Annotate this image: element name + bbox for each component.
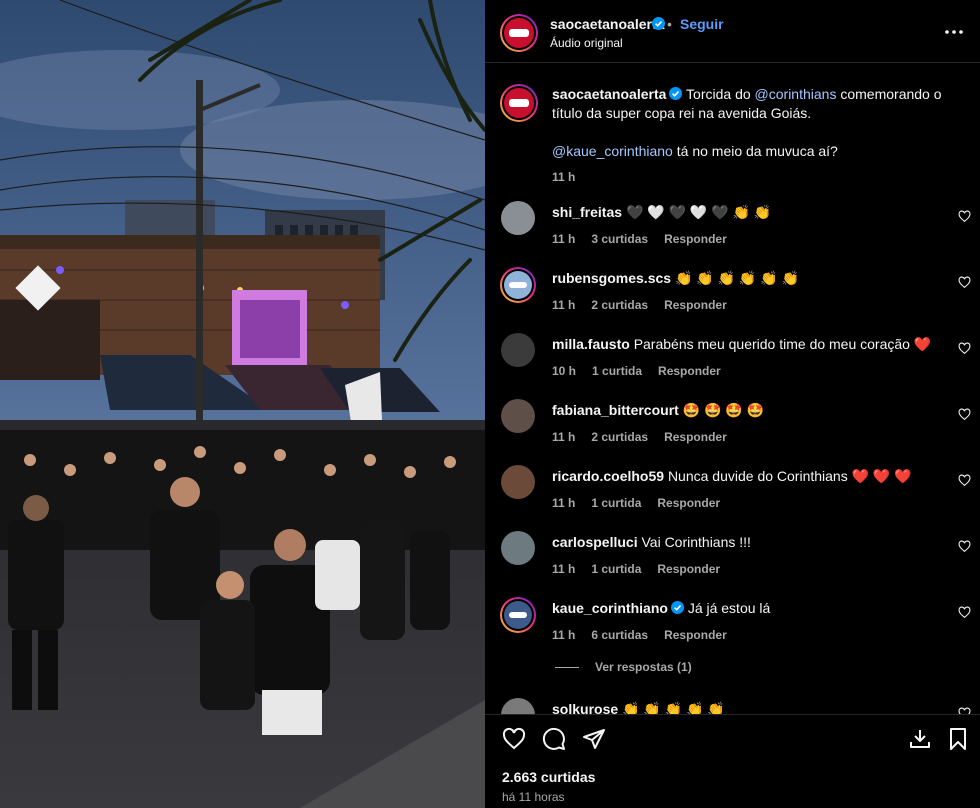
caption-text: Torcida do [686,86,755,102]
comment-time[interactable]: 10 h [552,364,576,378]
comment-time[interactable]: 11 h [552,628,575,642]
heart-icon[interactable] [958,342,971,355]
heart-icon[interactable] [958,540,971,553]
commenter-username[interactable]: rubensgomes.scs [552,270,671,286]
comment-likes[interactable]: 2 curtidas [591,430,648,444]
view-replies-label: Ver respostas (1) [595,660,692,674]
separator-dot: • [667,16,672,32]
heart-icon[interactable] [958,276,971,289]
commenter-avatar[interactable] [500,597,536,633]
comment-time[interactable]: 11 h [552,430,575,444]
post-media[interactable] [0,0,485,808]
comment-icon[interactable] [542,727,566,751]
comment-text: 👏 👏 👏 👏 👏 [622,701,725,714]
comment-text: Vai Corinthians !!! [641,534,751,550]
bookmark-icon[interactable] [946,727,970,751]
commenter-username[interactable]: shi_freitas [552,204,622,220]
commenter-avatar[interactable] [501,465,535,499]
view-replies-button[interactable]: Ver respostas (1) [555,660,692,674]
author-username[interactable]: saocaetanoalerta [550,16,664,32]
heart-icon[interactable] [958,408,971,421]
verified-icon [652,17,665,30]
verified-icon [669,87,683,100]
commenter-avatar[interactable] [501,399,535,433]
audio-label[interactable]: Áudio original [550,36,623,50]
comment-time[interactable]: 11 h [552,496,575,510]
comment-likes[interactable]: 1 curtida [591,562,641,576]
commenter-username[interactable]: milla.fausto [552,336,630,352]
commenter-avatar[interactable] [500,267,536,303]
share-icon[interactable] [582,727,606,751]
comment-likes[interactable]: 1 curtida [592,364,642,378]
comment-time[interactable]: 11 h [552,298,575,312]
comment-likes[interactable]: 1 curtida [591,496,641,510]
commenter-avatar[interactable] [501,333,535,367]
reply-button[interactable]: Responder [664,298,727,312]
reply-button[interactable]: Responder [657,496,720,510]
commenter-username[interactable]: solkurose [552,701,618,714]
comment-text: Nunca duvide do Corinthians ❤️ ❤️ ❤️ [667,468,912,484]
comment-likes[interactable]: 6 curtidas [591,628,648,642]
commenter-avatar[interactable] [501,201,535,235]
comment-likes[interactable]: 3 curtidas [591,232,648,246]
likes-count[interactable]: 2.663 curtidas [502,769,595,785]
download-icon[interactable] [908,727,932,751]
commenter-username[interactable]: ricardo.coelho59 [552,468,664,484]
commenter-username[interactable]: fabiana_bittercourt [552,402,679,418]
heart-icon[interactable] [958,606,971,619]
heart-icon[interactable] [502,727,526,751]
reply-button[interactable]: Responder [664,430,727,444]
caption-avatar[interactable] [500,84,538,122]
comment-text: Já já estou lá [687,600,771,616]
comment-text: 🤩 🤩 🤩 🤩 [682,402,765,418]
author-avatar[interactable] [500,14,538,52]
crowd-photo [0,0,485,808]
caption-text-2: tá no meio da muvuca aí? [672,143,838,159]
heart-icon[interactable] [958,210,971,223]
post-actions-footer: 2.663 curtidas há 11 horas [485,714,980,808]
post-time[interactable]: há 11 horas [502,790,565,804]
comments-list[interactable]: saocaetanoalerta Torcida do @corinthians… [485,64,980,714]
reply-button[interactable]: Responder [664,232,727,246]
comment-text: Parabéns meu querido time do meu coração… [633,336,932,352]
commenter-avatar[interactable] [501,531,535,565]
mention-link[interactable]: @corinthians [755,86,837,102]
commenter-username[interactable]: carlospelluci [552,534,638,550]
commenter-avatar[interactable] [501,698,535,714]
more-icon[interactable] [944,22,964,42]
heart-icon[interactable] [958,474,971,487]
post-header: saocaetanoalerta • Seguir Áudio original [485,0,980,63]
mention-link-2[interactable]: @kaue_corinthiano [552,143,673,159]
caption-username[interactable]: saocaetanoalerta [552,86,666,102]
verified-icon [670,601,684,614]
comment-time[interactable]: 11 h [552,232,575,246]
comment-time[interactable]: 11 h [552,562,575,576]
commenter-username[interactable]: kaue_corinthiano [552,600,668,616]
reply-button[interactable]: Responder [658,364,721,378]
comment-text: 🖤 🤍 🖤 🤍 🖤 👏 👏 [625,204,772,220]
reply-button[interactable]: Responder [657,562,720,576]
post-side-panel: saocaetanoalerta • Seguir Áudio original… [485,0,980,808]
comment-likes[interactable]: 2 curtidas [591,298,648,312]
reply-button[interactable]: Responder [664,628,727,642]
follow-button[interactable]: Seguir [680,16,724,32]
comment-text: 👏 👏 👏 👏 👏 👏 [674,270,799,286]
heart-icon[interactable] [958,707,971,714]
caption-time[interactable]: 11 h [552,170,575,184]
